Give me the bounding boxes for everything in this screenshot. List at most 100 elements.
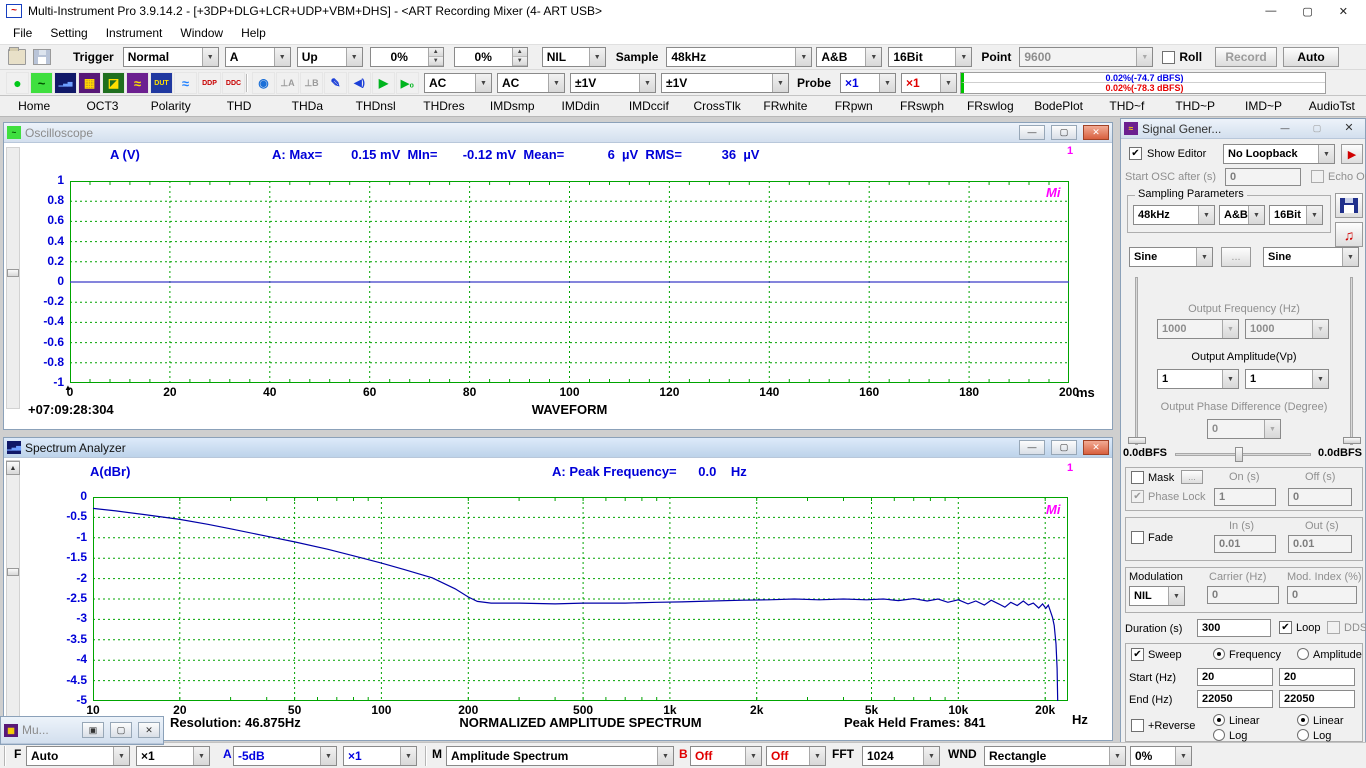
b-range-select[interactable]: Off▼: [690, 746, 762, 766]
balance-slider-track[interactable]: [1175, 453, 1311, 456]
tab-bodeplot[interactable]: BodePlot: [1024, 96, 1092, 116]
open-file-icon[interactable]: [8, 49, 26, 65]
dropdown-arrow-icon[interactable]: ▼: [639, 74, 655, 92]
derived-data-curve-icon[interactable]: ≈: [174, 72, 197, 94]
amplitude-slider-b-thumb[interactable]: [1343, 437, 1361, 444]
dropdown-arrow-icon[interactable]: ▼: [1306, 206, 1322, 224]
dropdown-arrow-icon[interactable]: ▼: [809, 747, 825, 765]
app-minimize-button[interactable]: —: [1265, 5, 1276, 18]
tab-frswlog[interactable]: FRswlog: [956, 96, 1024, 116]
scale-b-linear-radio[interactable]: [1297, 714, 1309, 726]
dropdown-arrow-icon[interactable]: ▼: [923, 747, 939, 765]
dropdown-arrow-icon[interactable]: ▼: [320, 747, 336, 765]
ddc-icon[interactable]: DDC: [222, 72, 245, 94]
sweep-start-b-input[interactable]: 20: [1279, 668, 1355, 686]
tab-frwhite[interactable]: FRwhite: [751, 96, 819, 116]
duration-input[interactable]: 300: [1197, 619, 1271, 637]
dropdown-arrow-icon[interactable]: ▼: [657, 747, 673, 765]
spectrum-analyzer-icon[interactable]: ▁▃▅: [54, 72, 77, 94]
generator-rate-select[interactable]: 48kHz▼: [1133, 205, 1215, 225]
sweep-frequency-radio[interactable]: [1213, 648, 1225, 660]
tab-thd-p[interactable]: THD~P: [1161, 96, 1229, 116]
hpf-select[interactable]: NIL▼: [542, 47, 606, 67]
sweep-end-a-input[interactable]: 22050: [1197, 690, 1273, 708]
minimized-maximize-button[interactable]: ▢: [110, 722, 132, 738]
bits-select[interactable]: 16Bit▼: [888, 47, 972, 67]
dropdown-arrow-icon[interactable]: ▼: [475, 74, 491, 92]
dropdown-arrow-icon[interactable]: ▼: [865, 48, 881, 66]
dropdown-arrow-icon[interactable]: ▼: [1312, 370, 1328, 388]
dropdown-arrow-icon[interactable]: ▼: [1248, 206, 1264, 224]
coupling-b-select[interactable]: AC▼: [497, 73, 565, 93]
spectrum-offset-thumb[interactable]: [7, 568, 19, 576]
oscilloscope-icon[interactable]: ~: [30, 72, 53, 94]
spectrum-scroll-up-button[interactable]: ▲: [6, 461, 20, 475]
tab-thd[interactable]: THD: [205, 96, 273, 116]
dropdown-arrow-icon[interactable]: ▼: [346, 48, 362, 66]
tab-thda[interactable]: THDa: [273, 96, 341, 116]
analysis-mode-select[interactable]: Amplitude Spectrum▼: [446, 746, 674, 766]
sweep-checkbox[interactable]: ✔: [1131, 648, 1144, 661]
b-mult-select[interactable]: Off▼: [766, 746, 826, 766]
calibrate-a-icon[interactable]: ⊥A: [276, 72, 299, 94]
oscilloscope-offset-scrollbar[interactable]: [6, 147, 20, 409]
dropdown-arrow-icon[interactable]: ▼: [772, 74, 788, 92]
tab-thdnsl[interactable]: THDnsl: [341, 96, 409, 116]
tab-polarity[interactable]: Polarity: [137, 96, 205, 116]
trigger-edge-select[interactable]: Up▼: [297, 47, 363, 67]
spectrum-maximize-button[interactable]: ▢: [1051, 440, 1077, 455]
trigger-source-select[interactable]: A▼: [225, 47, 291, 67]
mask-checkbox[interactable]: [1131, 471, 1144, 484]
roll-checkbox[interactable]: [1162, 51, 1175, 64]
amplitude-slider-a-thumb[interactable]: [1128, 437, 1146, 444]
signal-generator-titlebar[interactable]: ≈ Signal Gener... — ▢ ✕: [1121, 119, 1365, 139]
tab-home[interactable]: Home: [0, 96, 68, 116]
siggen-minimize-button[interactable]: —: [1272, 121, 1298, 136]
tab-oct3[interactable]: OCT3: [68, 96, 136, 116]
scale-a-log-radio[interactable]: [1213, 729, 1225, 741]
balance-slider-thumb[interactable]: [1235, 447, 1243, 462]
dropdown-arrow-icon[interactable]: ▼: [400, 747, 416, 765]
probe-b-select[interactable]: ×1▼: [901, 73, 957, 93]
spectrum-offset-scrollbar[interactable]: [6, 460, 20, 728]
fft-size-select[interactable]: 1024▼: [862, 746, 940, 766]
spectrum-3d-plot-icon[interactable]: ◪: [102, 72, 125, 94]
auto-button[interactable]: Auto: [1283, 47, 1339, 67]
sampling-rate-select[interactable]: 48kHz▼: [666, 47, 812, 67]
modulation-type-select[interactable]: NIL▼: [1129, 586, 1185, 606]
ddp-viewer-icon[interactable]: DDP: [198, 72, 221, 94]
trigger-mode-select[interactable]: Normal▼: [123, 47, 219, 67]
dropdown-arrow-icon[interactable]: ▼: [940, 74, 956, 92]
dropdown-arrow-icon[interactable]: ▼: [1312, 320, 1328, 338]
waveform-a-select[interactable]: Sine▼: [1129, 247, 1213, 267]
reverse-checkbox[interactable]: [1131, 719, 1144, 732]
oscilloscope-minimize-button[interactable]: —: [1019, 125, 1045, 140]
dropdown-arrow-icon[interactable]: ▼: [1222, 320, 1238, 338]
dropdown-arrow-icon[interactable]: ▼: [1318, 145, 1334, 163]
save-signal-button[interactable]: [1335, 193, 1363, 218]
tab-imddin[interactable]: IMDdin: [546, 96, 614, 116]
generator-bits-select[interactable]: 16Bit▼: [1269, 205, 1323, 225]
trigger-delay-spinner[interactable]: 0% ▲▼: [454, 47, 528, 67]
quick-note-button[interactable]: ♫: [1335, 222, 1363, 247]
dropdown-arrow-icon[interactable]: ▼: [1342, 248, 1358, 266]
dropdown-arrow-icon[interactable]: ▼: [1109, 747, 1125, 765]
frequency-mult-select[interactable]: ×1▼: [136, 746, 210, 766]
range-b-select[interactable]: ±1V▼: [661, 73, 789, 93]
multimeter-icon[interactable]: ▦: [78, 72, 101, 94]
play-icon[interactable]: ▶: [372, 72, 395, 94]
dropdown-arrow-icon[interactable]: ▼: [1196, 248, 1212, 266]
tab-frswph[interactable]: FRswph: [888, 96, 956, 116]
tab-crosstlk[interactable]: CrossTlk: [683, 96, 751, 116]
fade-checkbox[interactable]: [1131, 531, 1144, 544]
oscilloscope-maximize-button[interactable]: ▢: [1051, 125, 1077, 140]
siggen-close-button[interactable]: ✕: [1336, 121, 1362, 136]
tab-imdsmp[interactable]: IMDsmp: [478, 96, 546, 116]
dropdown-arrow-icon[interactable]: ▼: [745, 747, 761, 765]
dropdown-arrow-icon[interactable]: ▼: [1136, 48, 1152, 66]
dropdown-arrow-icon[interactable]: ▼: [548, 74, 564, 92]
menu-file[interactable]: File: [4, 24, 41, 42]
coupling-a-select[interactable]: AC▼: [424, 73, 492, 93]
play-output-icon[interactable]: ▶₀: [396, 72, 419, 94]
tab-imdccif[interactable]: IMDccif: [615, 96, 683, 116]
